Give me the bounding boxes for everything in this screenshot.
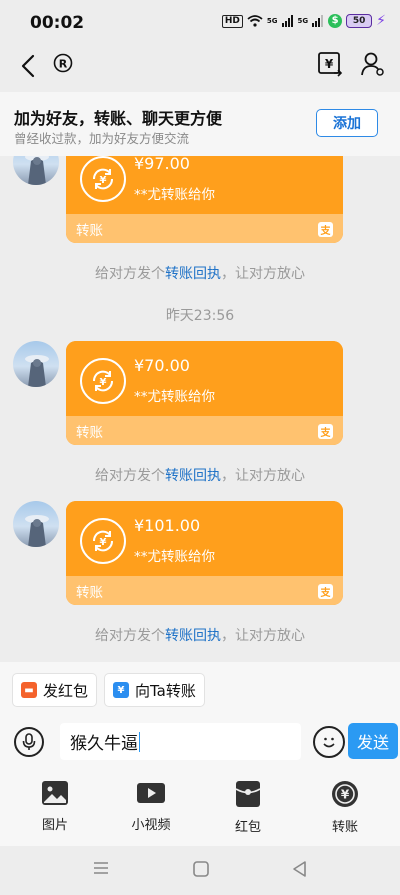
- triangle-back-icon: [293, 861, 306, 877]
- tool-image-label: 图片: [41, 818, 68, 833]
- microphone-icon: [22, 733, 36, 750]
- transfer-to-ta-button[interactable]: ¥ 向Ta转账: [104, 673, 205, 707]
- receipt-link[interactable]: 转账回执: [165, 628, 221, 644]
- transfer-card[interactable]: ¥ ¥101.00 **尤转账给你 转账 支: [66, 501, 343, 605]
- transfer-card[interactable]: ¥ ¥70.00 **尤转账给你 转账 支: [66, 341, 343, 445]
- person-settings-icon: [361, 52, 384, 76]
- send-button[interactable]: 发送: [348, 723, 398, 759]
- home-button[interactable]: [192, 860, 210, 882]
- svg-text:¥: ¥: [325, 57, 334, 71]
- svg-text:¥: ¥: [100, 175, 107, 186]
- square-icon: [193, 861, 209, 877]
- status-icons: HD 5G 5G $ 50 ⚡: [221, 13, 386, 29]
- red-packet-icon: [235, 781, 261, 807]
- back-button[interactable]: [12, 50, 44, 82]
- wifi-icon: [247, 15, 263, 27]
- send-red-packet-label: 发红包: [43, 681, 89, 700]
- banner-title: 加为好友，转账、聊天更方便: [14, 109, 223, 128]
- text-cursor: [139, 731, 140, 752]
- transfer-sender-text: **尤转账给你: [134, 389, 215, 405]
- svg-text:¥: ¥: [341, 788, 350, 802]
- sender-avatar[interactable]: [13, 156, 59, 185]
- money-app-icon: $: [328, 14, 343, 28]
- signal-label-1: 5G: [266, 17, 278, 25]
- tool-transfer[interactable]: ¥ 转账: [310, 780, 380, 835]
- signal-icon-2: [312, 15, 324, 27]
- signal-label-2: 5G: [297, 17, 309, 25]
- transfer-coin-icon: ¥: [80, 358, 126, 404]
- transfer-coin-icon: ¥: [80, 156, 126, 202]
- system-back-button[interactable]: [291, 860, 309, 882]
- transfer-type-label: 转账: [76, 425, 103, 441]
- sender-avatar[interactable]: [13, 341, 59, 387]
- chat-area[interactable]: ¥ ¥97.00 **尤转账给你 转账 支 给对方发个转账回执，让对方放心 昨天…: [0, 156, 400, 662]
- red-packet-icon: ▬: [21, 682, 37, 698]
- hint-suffix: ，让对方放心: [221, 468, 305, 484]
- message-input-value: 猴久牛逼: [70, 734, 138, 754]
- receipt-hint: 给对方发个转账回执，让对方放心: [0, 263, 400, 283]
- receipt-hint: 给对方发个转账回执，让对方放心: [0, 465, 400, 485]
- transfer-sender-text: **尤转账给你: [134, 549, 215, 565]
- registered-icon: R: [52, 52, 74, 74]
- voice-button[interactable]: [14, 727, 44, 757]
- svg-text:¥: ¥: [100, 377, 107, 388]
- profile-button[interactable]: [357, 48, 389, 80]
- transfer-amount: ¥70.00: [134, 356, 190, 375]
- image-icon: [42, 781, 68, 805]
- message-input[interactable]: 猴久牛逼: [60, 723, 301, 760]
- transfer-icon: ¥: [332, 781, 358, 807]
- tool-red-packet[interactable]: 红包: [213, 780, 283, 835]
- video-icon: [137, 783, 165, 803]
- smile-icon: [323, 737, 335, 748]
- transfer-coin-icon: ¥: [80, 518, 126, 564]
- hd-icon: HD: [221, 14, 243, 28]
- add-friend-button[interactable]: 添加: [316, 109, 378, 137]
- emoji-button[interactable]: [313, 726, 345, 758]
- back-arrow-icon: [21, 54, 35, 78]
- transfer-to-ta-label: 向Ta转账: [135, 681, 196, 700]
- hint-prefix: 给对方发个: [95, 628, 165, 644]
- recent-apps-button[interactable]: [91, 860, 111, 880]
- alipay-icon: 支: [318, 424, 333, 439]
- transfer-currency-button[interactable]: ¥: [314, 48, 346, 80]
- tool-red-packet-label: 红包: [234, 820, 261, 835]
- alipay-icon: 支: [318, 222, 333, 237]
- receipt-link[interactable]: 转账回执: [165, 266, 221, 282]
- charging-icon: ⚡: [376, 13, 386, 29]
- status-time: 00:02: [30, 13, 85, 33]
- hint-prefix: 给对方发个: [95, 266, 165, 282]
- battery-icon: 50: [346, 14, 373, 28]
- svg-text:¥: ¥: [100, 537, 107, 548]
- hint-suffix: ，让对方放心: [221, 266, 305, 282]
- currency-exchange-icon: ¥: [318, 52, 343, 77]
- hint-prefix: 给对方发个: [95, 468, 165, 484]
- transfer-card[interactable]: ¥ ¥97.00 **尤转账给你 转账 支: [66, 156, 343, 243]
- transfer-small-icon: ¥: [113, 682, 129, 698]
- receipt-hint: 给对方发个转账回执，让对方放心: [0, 625, 400, 645]
- tool-video-label: 小视频: [131, 818, 171, 833]
- transfer-amount: ¥97.00: [134, 156, 190, 173]
- transfer-sender-text: **尤转账给你: [134, 187, 215, 203]
- sender-avatar[interactable]: [13, 501, 59, 547]
- alipay-icon: 支: [318, 584, 333, 599]
- tool-transfer-label: 转账: [331, 820, 358, 835]
- banner-subtitle: 曾经收过款，加为好友方便交流: [14, 131, 190, 146]
- send-red-packet-button[interactable]: ▬ 发红包: [12, 673, 98, 707]
- transfer-amount: ¥101.00: [134, 516, 201, 535]
- svg-text:R: R: [59, 58, 68, 71]
- tool-video[interactable]: 小视频: [116, 780, 186, 833]
- transfer-type-label: 转账: [76, 223, 103, 239]
- menu-lines-icon: [94, 862, 108, 874]
- transfer-type-label: 转账: [76, 585, 103, 601]
- tool-image[interactable]: 图片: [20, 780, 90, 833]
- signal-icon: [281, 15, 293, 27]
- hint-suffix: ，让对方放心: [221, 628, 305, 644]
- timestamp: 昨天23:56: [165, 308, 235, 324]
- receipt-link[interactable]: 转账回执: [165, 468, 221, 484]
